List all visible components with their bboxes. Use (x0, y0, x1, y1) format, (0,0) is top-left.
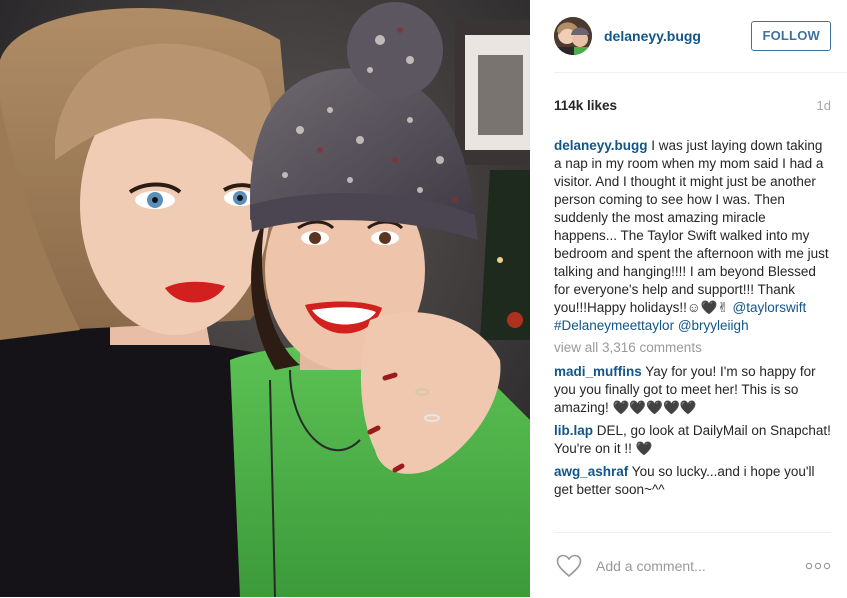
caption: delaneyy.bugg I was just laying down tak… (554, 137, 831, 335)
mention-link[interactable]: @bryyleiigh (678, 318, 749, 333)
post-header: delaneyy.bugg FOLLOW (554, 0, 847, 73)
likes-count[interactable]: 114k likes (554, 98, 617, 113)
caption-username-link[interactable]: delaneyy.bugg (554, 138, 648, 153)
more-dots-icon[interactable] (805, 561, 831, 571)
likes-row: 114k likes 1d (554, 73, 831, 137)
comment-username-link[interactable]: lib.lap (554, 423, 593, 438)
hashtag-link[interactable]: #Delaneymeettaylor (554, 318, 674, 333)
header-username-link[interactable]: delaneyy.bugg (604, 28, 751, 44)
comment-item: madi_muffins Yay for you! I'm so happy f… (554, 363, 831, 417)
post-age[interactable]: 1d (817, 98, 831, 113)
post-footer (554, 532, 831, 598)
post-photo[interactable] (0, 0, 530, 597)
add-comment-input[interactable] (594, 549, 805, 582)
instagram-post: delaneyy.bugg FOLLOW 114k likes 1d delan… (0, 0, 847, 597)
follow-button[interactable]: FOLLOW (751, 21, 831, 51)
comment-item: lib.lap DEL, go look at DailyMail on Sna… (554, 422, 831, 458)
post-details-panel: delaneyy.bugg FOLLOW 114k likes 1d delan… (530, 0, 847, 597)
comments-section: delaneyy.bugg I was just laying down tak… (554, 137, 831, 499)
comment-text: DEL, go look at DailyMail on Snapchat! Y… (554, 423, 831, 456)
comment-item: awg_ashraf You so lucky...and i hope you… (554, 463, 831, 499)
avatar-image (554, 17, 592, 55)
comment-username-link[interactable]: madi_muffins (554, 364, 642, 379)
comment-username-link[interactable]: awg_ashraf (554, 464, 628, 479)
mention-link[interactable]: @taylorswift (732, 300, 806, 315)
avatar[interactable] (554, 17, 592, 55)
selfie-image (0, 0, 530, 597)
heart-outline-icon[interactable] (556, 554, 582, 578)
view-all-comments-link[interactable]: view all 3,316 comments (554, 339, 831, 357)
caption-text: I was just laying down taking a nap in m… (554, 138, 829, 315)
